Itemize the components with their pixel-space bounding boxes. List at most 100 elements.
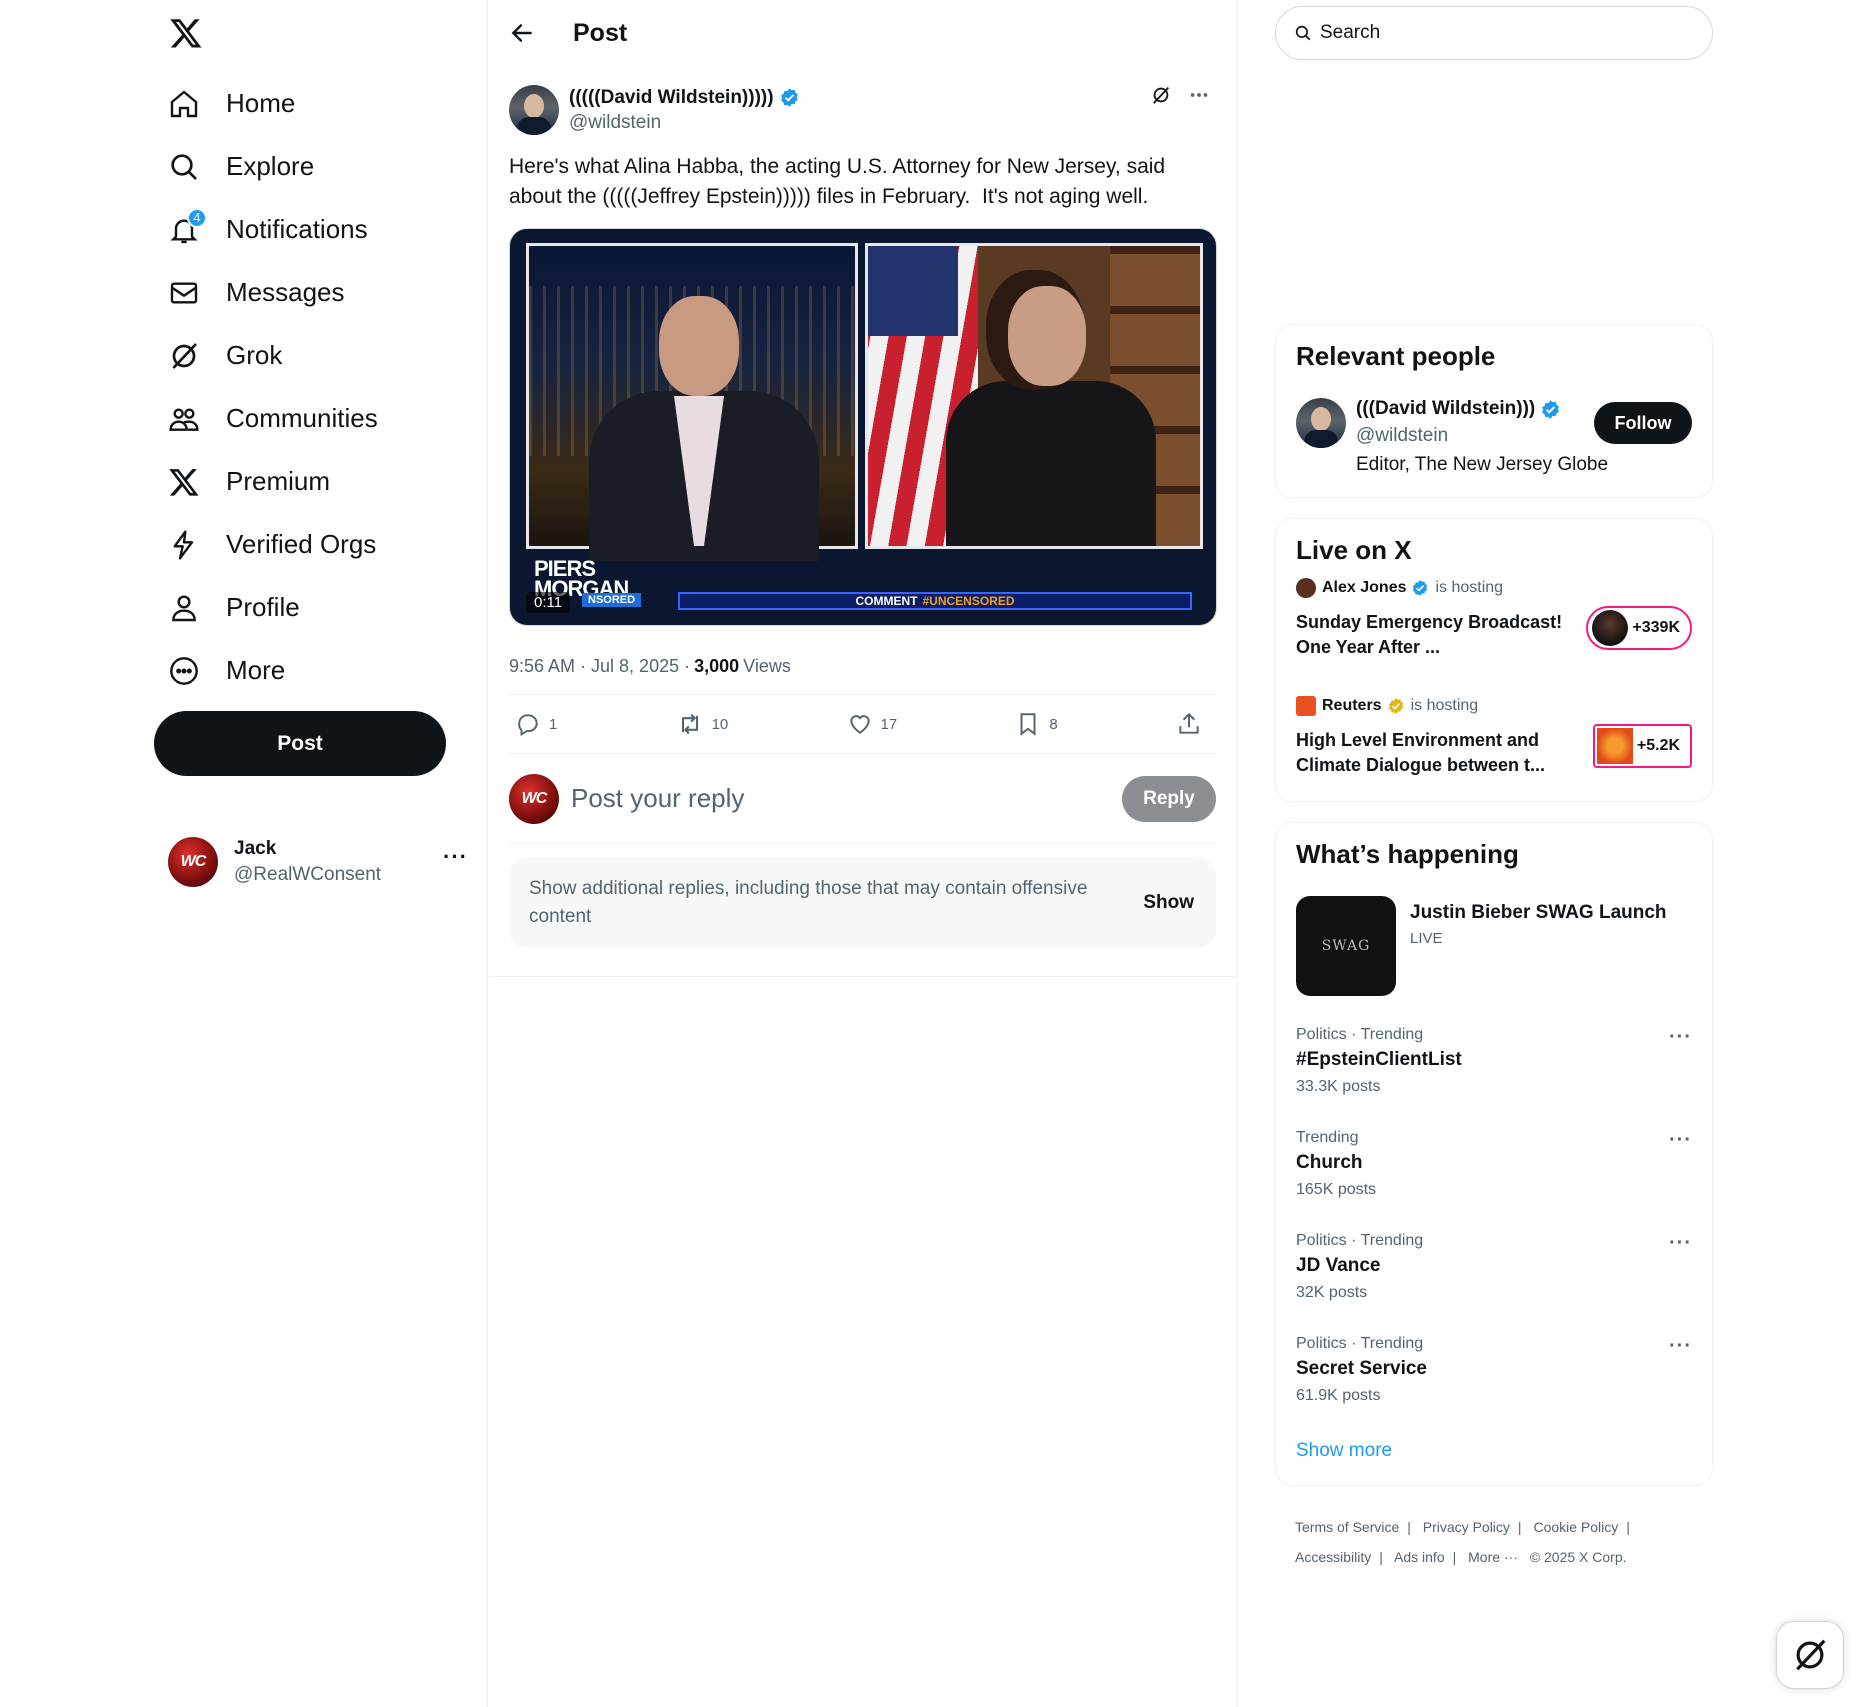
live-listener-pill[interactable]: +339K bbox=[1586, 606, 1692, 650]
grok-icon[interactable] bbox=[1150, 84, 1172, 106]
author-handle[interactable]: @wildstein bbox=[569, 112, 800, 134]
search-input[interactable]: Search bbox=[1275, 6, 1713, 60]
live-item[interactable]: Alex Jones is hosting Sunday Emergency B… bbox=[1296, 578, 1692, 688]
video-timecode: 0:11 bbox=[526, 592, 571, 613]
relevant-person[interactable]: (((David Wildstein))) @wildstein Editor,… bbox=[1296, 398, 1692, 488]
footer-links: Terms of Service | Privacy Policy | Cookie… bbox=[1295, 1512, 1695, 1572]
nav-item-verified-orgs[interactable]: Verified Orgs bbox=[154, 513, 392, 576]
nav-label: Verified Orgs bbox=[226, 529, 377, 559]
nav-item-notifications[interactable]: 4 Notifications bbox=[154, 198, 392, 261]
live-on-x-card: Live on X Alex Jones is hosting Sunday E… bbox=[1275, 518, 1713, 802]
share-action[interactable] bbox=[1176, 711, 1210, 737]
show-more-link[interactable]: Show more bbox=[1296, 1440, 1692, 1462]
footer-line: Accessibility | Ads info | More ··· © 2025… bbox=[1295, 1542, 1695, 1572]
live-item[interactable]: Reuters is hosting High Level Environmen… bbox=[1296, 696, 1692, 806]
reply-button[interactable]: Reply bbox=[1122, 775, 1216, 822]
search-icon bbox=[168, 151, 200, 183]
nav-label: Profile bbox=[226, 592, 300, 622]
live-host-row: Reuters is hosting bbox=[1296, 696, 1692, 716]
author-name[interactable]: (((((David Wildstein))))) bbox=[569, 87, 774, 109]
nav-item-communities[interactable]: Communities bbox=[154, 387, 392, 450]
nav-item-grok[interactable]: Grok bbox=[154, 324, 392, 387]
nav-item-premium[interactable]: Premium bbox=[154, 450, 392, 513]
main-column: Post (((((David Wildstein))))) @wildstei… bbox=[489, 0, 1237, 1707]
trend-name: Church bbox=[1296, 1152, 1363, 1173]
video-panel-left bbox=[526, 243, 858, 561]
footer-link-more[interactable]: More ··· bbox=[1468, 1549, 1518, 1565]
trend-name: Secret Service bbox=[1296, 1358, 1427, 1379]
live-title: High Level Environment and Climate Dialo… bbox=[1296, 730, 1546, 775]
nav-item-messages[interactable]: Messages bbox=[154, 261, 392, 324]
footer-link-accessibility[interactable]: Accessibility bbox=[1295, 1549, 1371, 1565]
follow-button[interactable]: Follow bbox=[1594, 402, 1692, 444]
trend-count: 33.3K posts bbox=[1296, 1078, 1381, 1095]
trend-context: Trending bbox=[1296, 1129, 1359, 1146]
account-name: Jack bbox=[234, 838, 277, 859]
repost-action[interactable]: 10 bbox=[676, 710, 729, 738]
person-bio: Editor, The New Jersey Globe bbox=[1356, 454, 1609, 475]
account-switcher[interactable]: WC Jack @RealWConsent ··· bbox=[168, 834, 468, 890]
more-dots-icon[interactable]: ··· bbox=[1669, 1026, 1692, 1049]
video-comment-bar: COMMENT #UNCENSORED bbox=[678, 592, 1192, 610]
comment-bar-label: COMMENT bbox=[855, 594, 918, 608]
more-dots-icon[interactable]: ··· bbox=[1669, 1335, 1692, 1358]
reply-count: 1 bbox=[549, 715, 558, 733]
trend-context: Politics · Trending bbox=[1296, 1026, 1424, 1043]
person-handle: @wildstein bbox=[1356, 425, 1449, 446]
trend-count: 61.9K posts bbox=[1296, 1387, 1381, 1404]
tweet-actions: 1 10 17 8 bbox=[509, 694, 1216, 754]
footer-link-terms[interactable]: Terms of Service bbox=[1295, 1519, 1399, 1535]
more-dots-icon[interactable]: ··· bbox=[1669, 1129, 1692, 1152]
footer-link-ads[interactable]: Ads info bbox=[1394, 1549, 1445, 1565]
nav-label: Premium bbox=[226, 466, 331, 496]
tweet: (((((David Wildstein))))) @wildstein Her… bbox=[489, 80, 1236, 844]
trend-item[interactable]: Trending Church 165K posts ··· bbox=[1296, 1119, 1692, 1222]
bookmark-count: 8 bbox=[1049, 715, 1058, 733]
footer-separator: | bbox=[1379, 1549, 1383, 1565]
trend-item[interactable]: Politics · Trending #EpsteinClientList 3… bbox=[1296, 1016, 1692, 1119]
reuters-logo-icon bbox=[1296, 696, 1316, 716]
avatar[interactable] bbox=[1296, 398, 1346, 448]
lightning-icon bbox=[168, 529, 200, 561]
avatar[interactable] bbox=[509, 85, 559, 135]
trend-item[interactable]: Politics · Trending JD Vance 32K posts ·… bbox=[1296, 1222, 1692, 1325]
nav-item-explore[interactable]: Explore bbox=[154, 135, 392, 198]
footer-link-cookie[interactable]: Cookie Policy bbox=[1533, 1519, 1618, 1535]
show-replies-button[interactable]: Show bbox=[1143, 892, 1194, 914]
nav-item-profile[interactable]: Profile bbox=[154, 576, 392, 639]
reply-action[interactable]: 1 bbox=[515, 711, 557, 737]
like-action[interactable]: 17 bbox=[847, 711, 897, 737]
person-name-row: (((David Wildstein))) bbox=[1356, 398, 1561, 420]
bookmark-action[interactable]: 8 bbox=[1015, 711, 1058, 737]
live-host-row: Alex Jones is hosting bbox=[1296, 578, 1692, 598]
x-logo-icon[interactable] bbox=[168, 16, 208, 56]
nav-item-home[interactable]: Home bbox=[154, 72, 392, 135]
person-name[interactable]: (((David Wildstein))) bbox=[1356, 398, 1535, 420]
verified-badge-icon bbox=[1540, 399, 1561, 420]
video-player[interactable]: PIERS MORGAN NSORED COMMENT #UNCENSORED … bbox=[509, 228, 1217, 626]
back-arrow-icon[interactable] bbox=[509, 20, 535, 46]
post-button[interactable]: Post bbox=[154, 711, 446, 776]
avatar: WC bbox=[168, 837, 218, 887]
trend-item[interactable]: Politics · Trending Secret Service 61.9K… bbox=[1296, 1325, 1692, 1428]
reply-input[interactable]: Post your reply bbox=[571, 783, 1122, 814]
bell-icon: 4 bbox=[168, 207, 207, 246]
search-placeholder: Search bbox=[1320, 22, 1381, 43]
more-dots-icon[interactable]: ··· bbox=[1669, 1232, 1692, 1255]
more-dots-icon[interactable]: ··· bbox=[443, 844, 468, 870]
featured-event[interactable]: SWAG Justin Bieber SWAG Launch LIVE bbox=[1296, 896, 1692, 996]
notification-badge: 4 bbox=[187, 207, 207, 228]
footer-link-privacy[interactable]: Privacy Policy bbox=[1423, 1519, 1510, 1535]
more-dots-icon[interactable] bbox=[1188, 84, 1210, 106]
reuters-logo-icon bbox=[1596, 728, 1633, 764]
grok-floating-button[interactable] bbox=[1776, 1621, 1844, 1689]
repost-count: 10 bbox=[711, 715, 729, 733]
grok-icon bbox=[168, 340, 200, 372]
relevant-people-card: Relevant people (((David Wildstein))) @w… bbox=[1275, 324, 1713, 498]
x-logo-icon bbox=[168, 466, 200, 498]
avatar bbox=[1592, 610, 1629, 646]
live-listener-pill[interactable]: +5.2K bbox=[1592, 724, 1692, 768]
footer-separator: | bbox=[1452, 1549, 1457, 1565]
nav-item-more[interactable]: More bbox=[154, 639, 392, 702]
tweet-time[interactable]: 9:56 AM · Jul 8, 2025 · bbox=[509, 656, 690, 677]
